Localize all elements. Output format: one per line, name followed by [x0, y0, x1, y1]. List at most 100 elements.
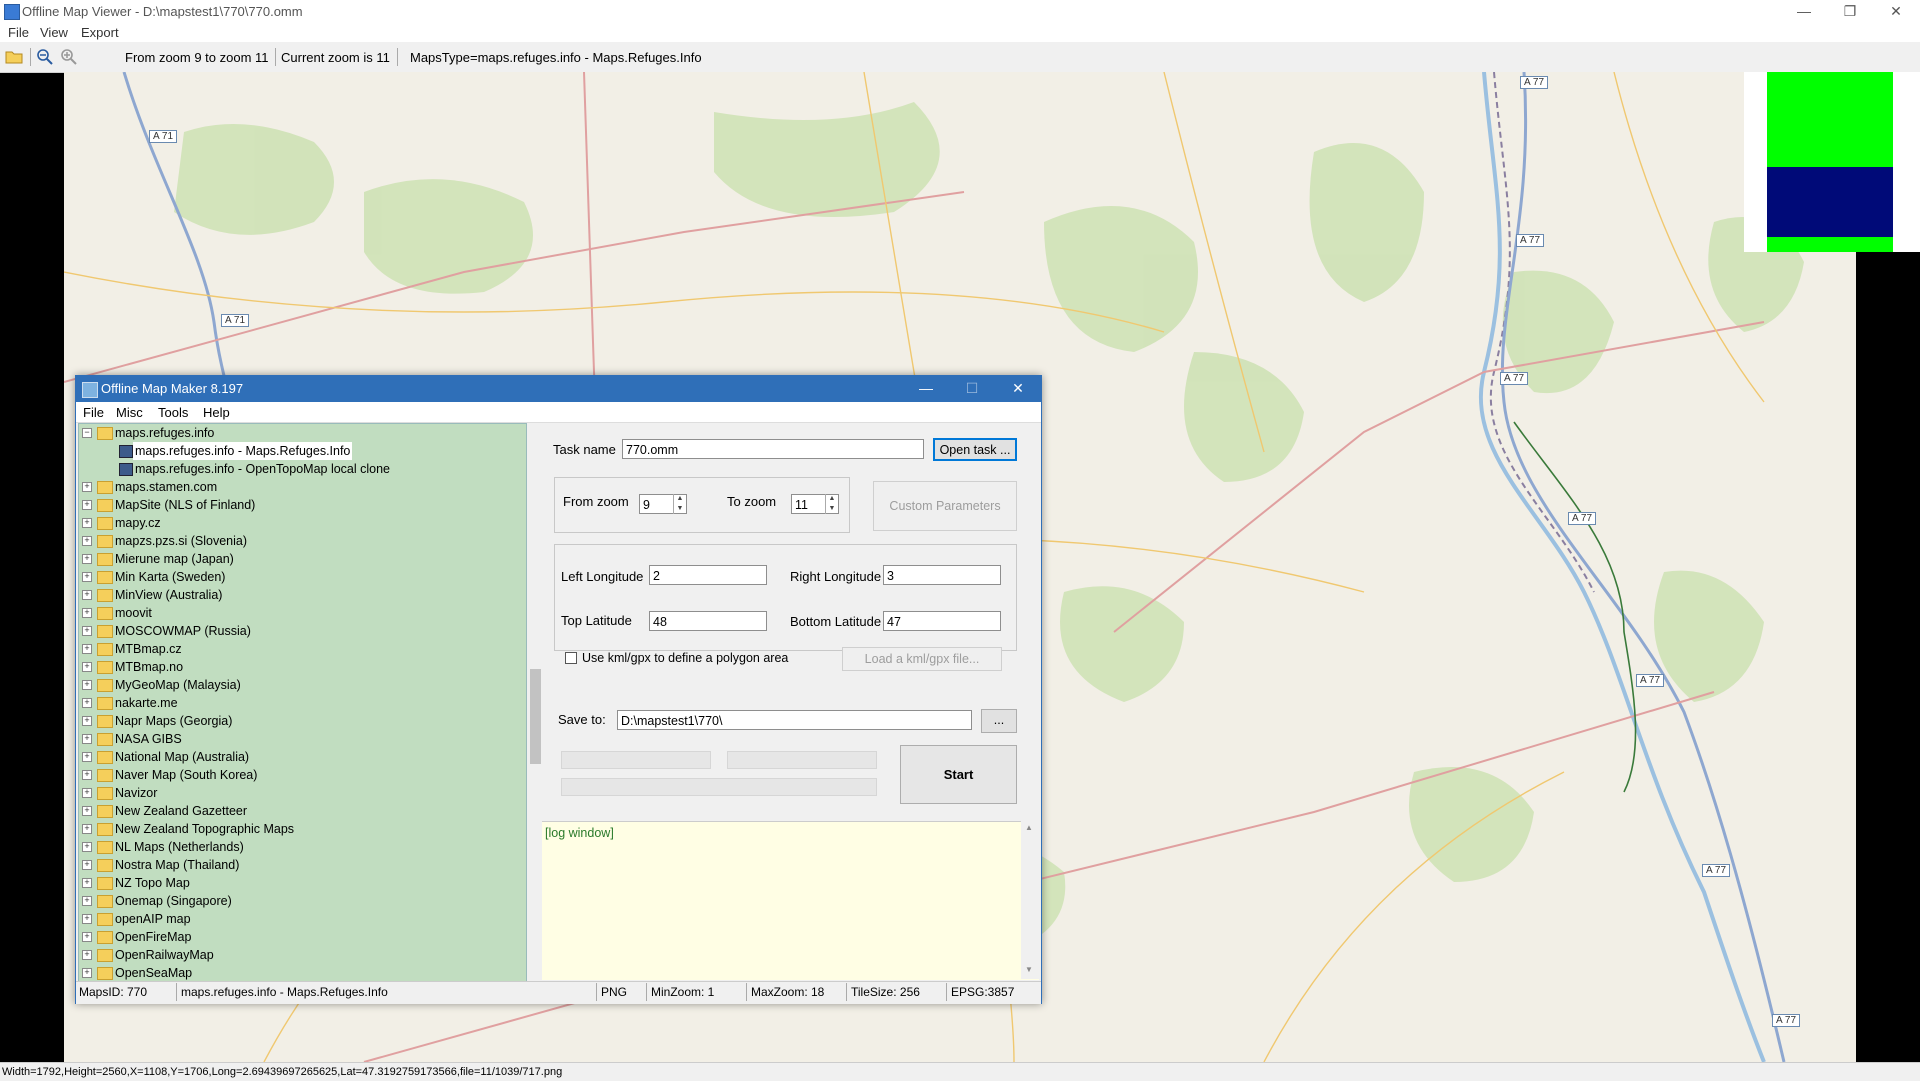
custom-parameters-button[interactable]: Custom Parameters — [873, 481, 1017, 531]
menu-bar: File View Export — [0, 23, 1920, 42]
tree-folder-item[interactable]: + Napr Maps (Georgia) — [79, 712, 526, 730]
from-zoom-spinner[interactable]: ▲ ▼ — [673, 494, 686, 514]
dialog-minimize-button[interactable]: — — [903, 376, 949, 402]
menu-file[interactable]: File — [8, 25, 29, 40]
tree-folder-item[interactable]: + NZ Topo Map — [79, 874, 526, 892]
log-scrollbar[interactable]: ▲ ▼ — [1021, 821, 1039, 979]
expand-icon[interactable]: + — [82, 968, 92, 978]
tree-folder-item[interactable]: + MapSite (NLS of Finland) — [79, 496, 526, 514]
expand-icon[interactable]: + — [82, 572, 92, 582]
left-longitude-input[interactable]: 2 — [649, 565, 767, 585]
tree-item-label: MTBmap.cz — [115, 642, 182, 656]
save-to-input[interactable]: D:\mapstest1\770\ — [617, 710, 972, 730]
top-latitude-input[interactable]: 48 — [649, 611, 767, 631]
right-longitude-input[interactable]: 3 — [883, 565, 1001, 585]
expand-icon[interactable]: + — [82, 698, 92, 708]
expand-icon[interactable]: + — [82, 536, 92, 546]
tree-folder-item[interactable]: + New Zealand Gazetteer — [79, 802, 526, 820]
tree-folder-item[interactable]: + MOSCOWMAP (Russia) — [79, 622, 526, 640]
tree-folder-item[interactable]: + Onemap (Singapore) — [79, 892, 526, 910]
bottom-latitude-input[interactable]: 47 — [883, 611, 1001, 631]
tree-folder-item[interactable]: + MyGeoMap (Malaysia) — [79, 676, 526, 694]
tree-item-label: maps.stamen.com — [115, 480, 218, 494]
expand-icon[interactable]: + — [82, 770, 92, 780]
tree-scrollbar-thumb[interactable] — [530, 669, 541, 764]
dialog-menu-misc[interactable]: Misc — [116, 405, 143, 420]
expand-icon[interactable]: + — [82, 950, 92, 960]
expand-icon[interactable]: + — [82, 644, 92, 654]
expand-icon[interactable]: + — [82, 554, 92, 564]
open-folder-icon[interactable] — [4, 47, 24, 65]
tree-folder-item[interactable]: + NL Maps (Netherlands) — [79, 838, 526, 856]
open-task-button[interactable]: Open task ... — [933, 438, 1017, 461]
tree-folder-item[interactable]: + nakarte.me — [79, 694, 526, 712]
menu-view[interactable]: View — [40, 25, 68, 40]
tree-child-item[interactable]: maps.refuges.info - Maps.Refuges.Info — [79, 442, 526, 460]
minimize-button[interactable]: — — [1781, 0, 1827, 23]
dialog-menu-help[interactable]: Help — [203, 405, 230, 420]
collapse-icon[interactable]: − — [82, 428, 92, 438]
tree-folder-item[interactable]: + Min Karta (Sweden) — [79, 568, 526, 586]
dialog-close-button[interactable]: ✕ — [995, 376, 1041, 402]
expand-icon[interactable]: + — [82, 716, 92, 726]
expand-icon[interactable]: + — [82, 482, 92, 492]
zoom-out-icon[interactable] — [35, 47, 55, 65]
tree-folder-item[interactable]: + New Zealand Topographic Maps — [79, 820, 526, 838]
tree-folder-item[interactable]: + MinView (Australia) — [79, 586, 526, 604]
expand-icon[interactable]: + — [82, 806, 92, 816]
status-maps-name: maps.refuges.info - Maps.Refuges.Info — [181, 985, 388, 999]
expand-icon[interactable]: + — [82, 734, 92, 744]
folder-icon — [97, 841, 113, 854]
tree-folder-item[interactable]: + MTBmap.no — [79, 658, 526, 676]
map-source-tree[interactable]: − maps.refuges.info maps.refuges.info - … — [78, 423, 527, 982]
zoom-in-icon[interactable] — [59, 47, 79, 65]
dialog-menu-tools[interactable]: Tools — [158, 405, 188, 420]
expand-icon[interactable]: + — [82, 878, 92, 888]
load-kml-button[interactable]: Load a kml/gpx file... — [842, 647, 1002, 671]
tree-root-item[interactable]: − maps.refuges.info — [79, 424, 526, 442]
tree-folder-item[interactable]: + mapzs.pzs.si (Slovenia) — [79, 532, 526, 550]
tree-folder-item[interactable]: + Mierune map (Japan) — [79, 550, 526, 568]
task-name-input[interactable]: 770.omm — [622, 439, 924, 459]
tree-folder-item[interactable]: + NASA GIBS — [79, 730, 526, 748]
tree-folder-item[interactable]: + Nostra Map (Thailand) — [79, 856, 526, 874]
tree-folder-item[interactable]: + Navizor — [79, 784, 526, 802]
browse-button[interactable]: ... — [981, 709, 1017, 733]
tree-folder-item[interactable]: + National Map (Australia) — [79, 748, 526, 766]
expand-icon[interactable]: + — [82, 608, 92, 618]
log-window[interactable]: [log window] — [542, 821, 1039, 980]
expand-icon[interactable]: + — [82, 752, 92, 762]
expand-icon[interactable]: + — [82, 626, 92, 636]
tree-folder-item[interactable]: + OpenFireMap — [79, 928, 526, 946]
expand-icon[interactable]: + — [82, 824, 92, 834]
expand-icon[interactable]: + — [82, 914, 92, 924]
close-button[interactable]: ✕ — [1873, 0, 1919, 23]
expand-icon[interactable]: + — [82, 680, 92, 690]
kml-checkbox[interactable] — [565, 652, 577, 664]
expand-icon[interactable]: + — [82, 662, 92, 672]
tree-folder-item[interactable]: + MTBmap.cz — [79, 640, 526, 658]
maximize-button[interactable]: ❐ — [1827, 0, 1873, 23]
dialog-maximize-button[interactable]: ☐ — [949, 376, 995, 402]
tree-folder-item[interactable]: + maps.stamen.com — [79, 478, 526, 496]
tree-folder-item[interactable]: + mapy.cz — [79, 514, 526, 532]
tree-folder-item[interactable]: + OpenRailwayMap — [79, 946, 526, 964]
expand-icon[interactable]: + — [82, 788, 92, 798]
expand-icon[interactable]: + — [82, 860, 92, 870]
tree-folder-item[interactable]: + openAIP map — [79, 910, 526, 928]
tree-child-item[interactable]: maps.refuges.info - OpenTopoMap local cl… — [79, 460, 526, 478]
expand-icon[interactable]: + — [82, 896, 92, 906]
expand-icon[interactable]: + — [82, 842, 92, 852]
expand-icon[interactable]: + — [82, 518, 92, 528]
expand-icon[interactable]: + — [82, 500, 92, 510]
dialog-menu-file[interactable]: File — [83, 405, 104, 420]
menu-export[interactable]: Export — [81, 25, 119, 40]
to-zoom-spinner[interactable]: ▲ ▼ — [825, 494, 838, 514]
tree-folder-item[interactable]: + OpenSeaMap — [79, 964, 526, 981]
expand-icon[interactable]: + — [82, 932, 92, 942]
tree-folder-item[interactable]: + Naver Map (South Korea) — [79, 766, 526, 784]
tree-folder-item[interactable]: + moovit — [79, 604, 526, 622]
start-button[interactable]: Start — [900, 745, 1017, 804]
expand-icon[interactable]: + — [82, 590, 92, 600]
road-label: A 77 — [1702, 864, 1731, 877]
